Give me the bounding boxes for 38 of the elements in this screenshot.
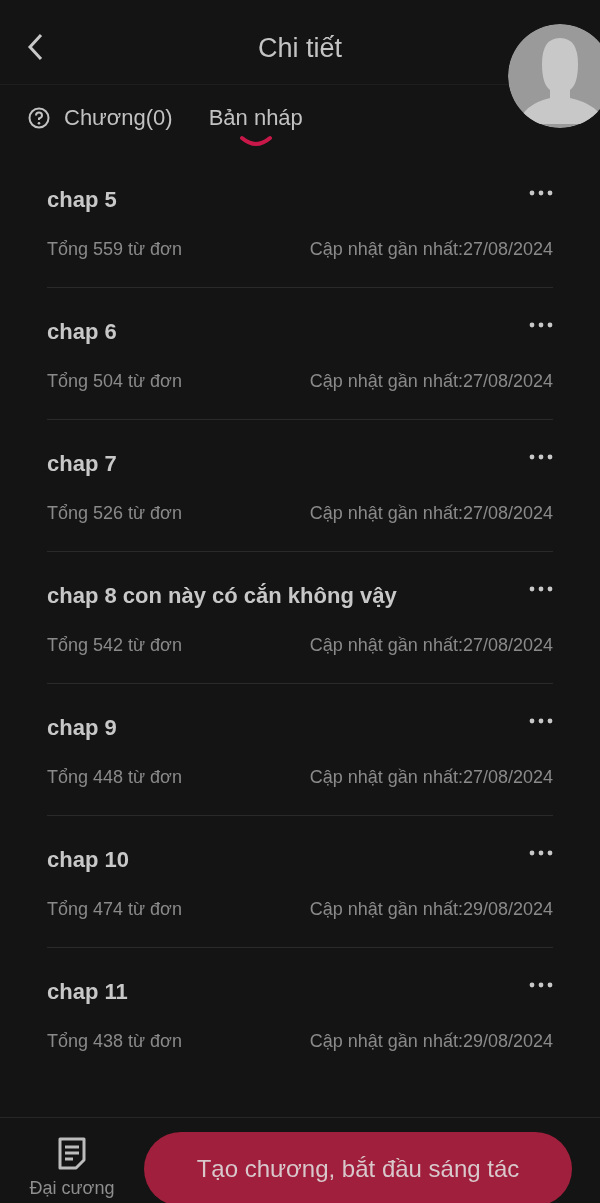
updated-date: Cập nhật gần nhất:29/08/2024 bbox=[309, 1031, 553, 1052]
more-icon[interactable] bbox=[529, 190, 553, 196]
more-icon[interactable] bbox=[529, 850, 553, 856]
chapter-title[interactable]: chap 8 con này có cắn không vậy bbox=[47, 583, 397, 609]
updated-date: Cập nhật gần nhất:27/08/2024 bbox=[309, 239, 553, 260]
more-icon[interactable] bbox=[529, 586, 553, 592]
updated-date: Cập nhật gần nhất:27/08/2024 bbox=[309, 767, 553, 788]
avatar-icon[interactable] bbox=[508, 24, 600, 128]
chapter-title[interactable]: chap 11 bbox=[47, 979, 128, 1005]
word-count: Tổng 526 từ đơn bbox=[47, 503, 182, 524]
updated-date: Cập nhật gần nhất:27/08/2024 bbox=[309, 503, 553, 524]
word-count: Tổng 438 từ đơn bbox=[47, 1031, 182, 1052]
updated-date: Cập nhật gần nhất:29/08/2024 bbox=[309, 899, 553, 920]
word-count: Tổng 559 từ đơn bbox=[47, 239, 182, 260]
help-icon bbox=[28, 107, 50, 129]
word-count: Tổng 542 từ đơn bbox=[47, 635, 182, 656]
tab[interactable]: Chương(0) bbox=[28, 105, 173, 147]
more-icon[interactable] bbox=[529, 718, 553, 724]
updated-date: Cập nhật gần nhất:27/08/2024 bbox=[309, 635, 553, 656]
tab[interactable]: Bản nháp bbox=[208, 105, 303, 147]
chapter-title[interactable]: chap 7 bbox=[47, 451, 117, 477]
outline-button[interactable]: Đại cương bbox=[0, 1118, 144, 1200]
chapter-title[interactable]: chap 5 bbox=[47, 187, 117, 213]
tab-indicator bbox=[238, 135, 273, 147]
updated-date: Cập nhật gần nhất:27/08/2024 bbox=[309, 371, 553, 392]
page-title: Chi tiết bbox=[257, 31, 342, 64]
word-count: Tổng 504 từ đơn bbox=[47, 371, 182, 392]
chapter-title[interactable]: chap 6 bbox=[47, 319, 117, 345]
chapter-title[interactable]: chap 10 bbox=[47, 847, 129, 873]
more-icon[interactable] bbox=[529, 322, 553, 328]
more-icon[interactable] bbox=[529, 982, 553, 988]
create-chapter-button[interactable]: Tạo chương, bắt đầu sáng tác bbox=[144, 1132, 572, 1203]
back-icon[interactable] bbox=[26, 32, 44, 62]
word-count: Tổng 448 từ đơn bbox=[47, 767, 182, 788]
word-count: Tổng 474 từ đơn bbox=[47, 899, 182, 920]
document-icon bbox=[56, 1136, 88, 1170]
chapter-title[interactable]: chap 9 bbox=[47, 715, 117, 741]
more-icon[interactable] bbox=[529, 454, 553, 460]
